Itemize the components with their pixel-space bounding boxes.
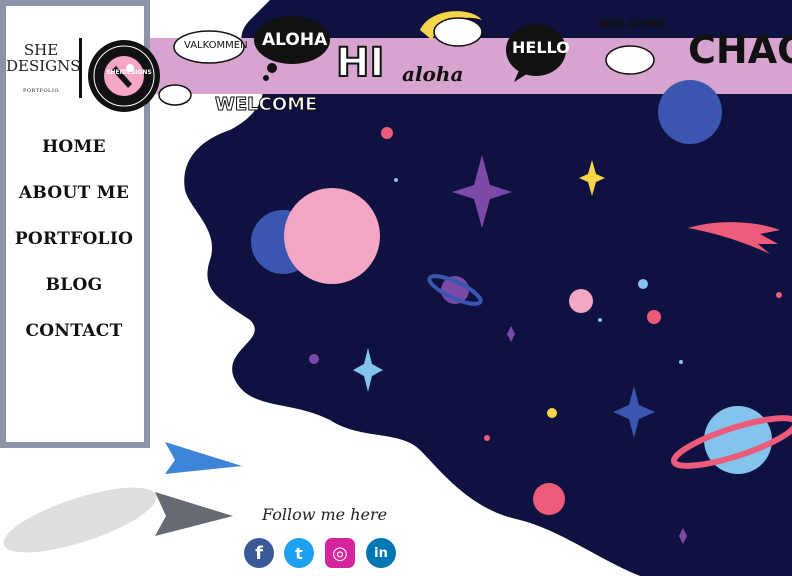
- greeting-hello: HELLO: [512, 38, 570, 57]
- dot: [381, 127, 393, 139]
- greeting-aloha-bubble: ALOHA: [262, 30, 328, 50]
- brand-badge: [88, 40, 160, 112]
- nav-home[interactable]: HOME: [0, 136, 148, 182]
- facebook-glyph: f: [255, 542, 263, 564]
- nav-blog[interactable]: BLOG: [0, 274, 148, 320]
- greeting-valkommen: VALKOMMEN: [184, 40, 248, 51]
- facebook-icon[interactable]: f: [244, 538, 274, 568]
- greeting-welcome-large: WELCOME: [214, 94, 318, 116]
- twitter-glyph: t: [295, 543, 303, 563]
- linkedin-glyph: in: [374, 545, 388, 561]
- dot: [598, 318, 602, 322]
- greeting-welcome-small: WELCOME: [598, 17, 667, 31]
- nav-portfolio[interactable]: PORTFOLIO: [0, 228, 148, 274]
- greeting-hi: HI: [335, 39, 385, 87]
- twitter-icon[interactable]: t: [284, 538, 314, 568]
- brand-subtitle: PORTFOLIO: [23, 88, 59, 94]
- greeting-aloha-script: aloha: [402, 62, 464, 86]
- brand-line2: DESIGNS: [6, 57, 81, 75]
- dot: [776, 292, 782, 298]
- smoke: [3, 487, 157, 553]
- planet-blue-top: [658, 80, 722, 144]
- dot: [547, 408, 557, 418]
- dot: [394, 178, 398, 182]
- dot: [309, 354, 319, 364]
- linkedin-icon[interactable]: in: [366, 538, 396, 568]
- instagram-glyph: ◎: [332, 542, 348, 564]
- dot: [484, 435, 490, 441]
- dot: [638, 279, 648, 289]
- planet-coral: [533, 483, 565, 515]
- nav-contact[interactable]: CONTACT: [0, 320, 148, 366]
- instagram-icon[interactable]: ◎: [325, 538, 355, 568]
- brand-name: SHE DESIGNS: [6, 42, 81, 74]
- paper-plane-gray: [155, 492, 233, 536]
- paper-plane-blue: [165, 442, 242, 474]
- brand-badge-label: SHEIDESIGNS: [106, 69, 152, 76]
- greeting-chao: CHAO: [688, 28, 792, 72]
- planet-coral-small: [647, 310, 661, 324]
- nav-about-me[interactable]: ABOUT ME: [0, 182, 148, 228]
- dot: [679, 360, 683, 364]
- planet-pink-large: [284, 188, 380, 284]
- logo-divider: [79, 38, 82, 98]
- main-nav: HOME ABOUT ME PORTFOLIO BLOG CONTACT: [0, 136, 148, 366]
- follow-text: Follow me here: [262, 505, 388, 524]
- planet-pink-small: [569, 289, 593, 313]
